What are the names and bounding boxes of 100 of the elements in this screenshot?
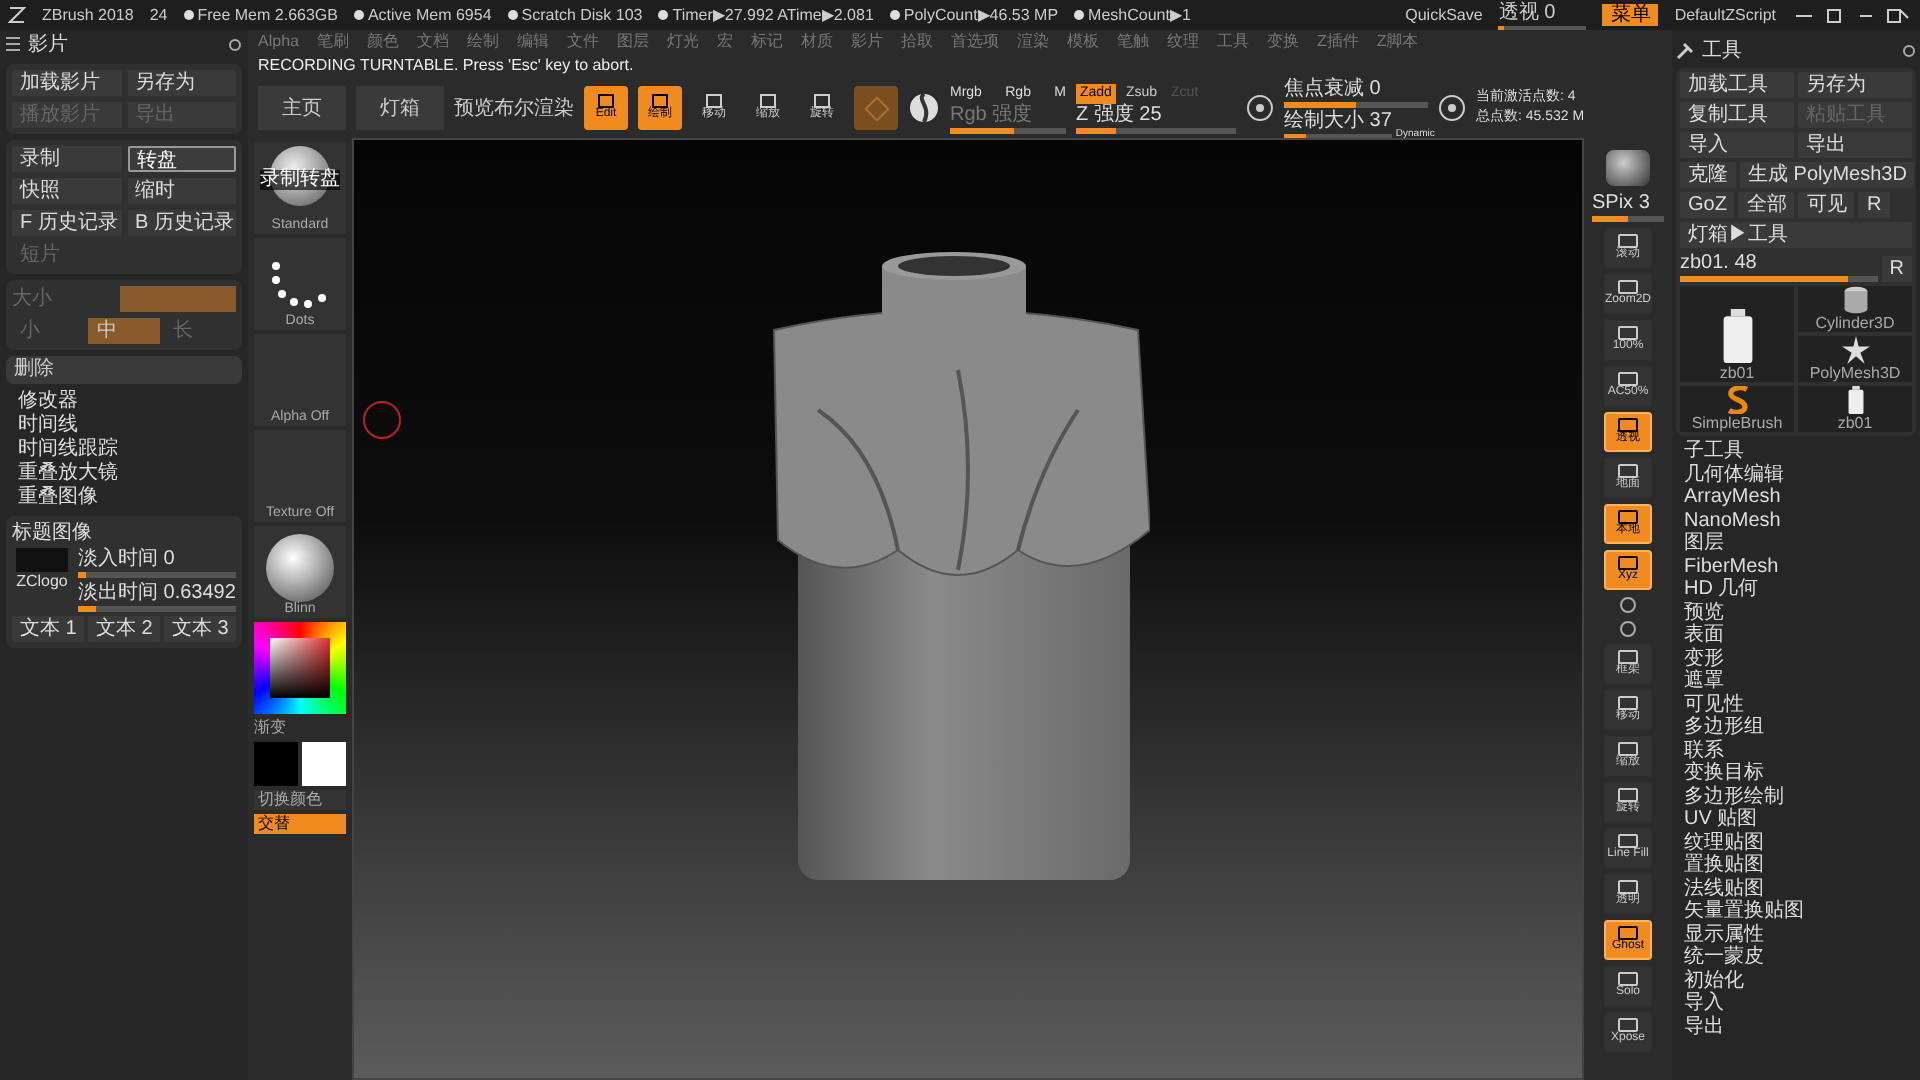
tool-submenu-item[interactable]: 纹理贴图 (1684, 831, 1916, 854)
status-readout: Active Mem 6954 (367, 4, 492, 26)
make-polymesh-button[interactable]: 生成 PolyMesh3D (1740, 162, 1915, 188)
logo-thumbnail[interactable] (16, 548, 68, 572)
rgb-intensity-slider[interactable] (950, 127, 1066, 133)
tool-submenu-item[interactable]: 显示属性 (1684, 923, 1916, 946)
tool-submenu-item[interactable]: 子工具 (1684, 440, 1916, 463)
submenu-item[interactable]: 修改器 (18, 390, 242, 414)
tool-submenu-item[interactable]: 多边形绘制 (1684, 785, 1916, 808)
tool-submenu-item[interactable]: UV 贴图 (1684, 808, 1916, 831)
focal-shift-slider-label: 焦点衰减 0 (1284, 77, 1383, 99)
window-controls-icon[interactable] (1792, 7, 1912, 23)
tool-slider[interactable] (1680, 276, 1878, 282)
status-readout: Timer▶27.992 ATime▶2.081 (672, 4, 874, 26)
target-icon[interactable] (1438, 94, 1466, 122)
tool-submenu-item[interactable]: 变换目标 (1684, 762, 1916, 785)
tool-submenu-item[interactable]: 多边形组 (1684, 716, 1916, 739)
tool-submenu-item[interactable]: 置换贴图 (1684, 854, 1916, 877)
clone-button[interactable]: 克隆 (1680, 162, 1736, 188)
movie-button[interactable]: 另存为 (127, 70, 236, 96)
record-button[interactable]: B 历史记录 (127, 210, 236, 236)
main-color-swatch[interactable] (254, 742, 298, 786)
focal-shift-slider[interactable] (1284, 101, 1428, 107)
tool-button[interactable]: 加载工具 (1680, 72, 1794, 98)
record-button[interactable]: 缩时 (127, 178, 236, 204)
tool-thumbnail[interactable]: Cylinder3D (1798, 286, 1912, 332)
tool-slider-label: zb01. 48 (1680, 252, 1759, 274)
brush-cursor-icon (362, 400, 402, 440)
tool-button[interactable]: 导入 (1680, 132, 1794, 158)
tool-thumbnail[interactable]: zb01 (1680, 286, 1794, 382)
tool-submenu-item[interactable]: 联系 (1684, 739, 1916, 762)
tool-thumbnail[interactable]: PolyMesh3D (1798, 336, 1912, 382)
text-button[interactable]: 文本 2 (88, 616, 160, 642)
text-button[interactable]: 文本 3 (164, 616, 236, 642)
material-swirl-icon[interactable] (908, 92, 940, 124)
z-intensity-slider[interactable] (1076, 127, 1236, 133)
color-picker[interactable] (254, 622, 346, 714)
size-option[interactable]: 中 (88, 318, 160, 344)
alternate-button[interactable]: 交替 (254, 814, 346, 834)
submenu-item[interactable]: 重叠放大镜 (18, 462, 242, 486)
tool-submenu-item[interactable]: 法线贴图 (1684, 877, 1916, 900)
visible-button[interactable]: 可见 (1798, 192, 1855, 218)
record-button[interactable]: 录制 (12, 146, 121, 172)
tool-name: SimpleBrush (1691, 414, 1783, 432)
secondary-color-swatch[interactable] (302, 742, 346, 786)
toolbar-button[interactable]: 主页 (258, 86, 346, 130)
tool-submenu-item[interactable]: 初始化 (1684, 969, 1916, 992)
hammer-icon (1676, 41, 1694, 59)
all-button[interactable]: 全部 (1738, 192, 1795, 218)
delete-button[interactable]: 删除 (6, 356, 242, 384)
recording-message: RECORDING TURNTABLE. Press 'Esc' key to abort. (256, 54, 636, 78)
tool-submenu-item[interactable]: 预览 (1684, 601, 1916, 624)
brush-target-icon[interactable] (1246, 94, 1274, 122)
quicksave-button[interactable]: QuickSave (1405, 4, 1483, 26)
fade-in-slider-label: 淡入时间 0 (78, 548, 177, 570)
tool-name: Cylinder3D (1815, 314, 1895, 332)
tool-submenu-item[interactable]: FiberMesh (1684, 555, 1916, 578)
movie-button[interactable]: 加载影片 (12, 70, 121, 96)
logo-name: ZClogo (16, 572, 68, 590)
spix-slider[interactable] (1592, 216, 1664, 222)
record-button[interactable]: F 历史记录 (12, 210, 121, 236)
tool-button[interactable]: 复制工具 (1680, 102, 1794, 128)
gradient-label[interactable]: 渐变 (248, 718, 286, 738)
fade-out-slider[interactable] (78, 606, 236, 612)
tool-submenu-item[interactable]: 统一蒙皮 (1684, 946, 1916, 969)
lightbox-tool-button[interactable]: 灯箱▶工具 (1680, 222, 1912, 248)
submenu-item[interactable]: 时间线跟踪 (18, 438, 242, 462)
bool-render-button[interactable]: 预览布尔渲染 (454, 93, 574, 123)
menu-button[interactable]: 菜单 (1602, 4, 1659, 26)
goz-button[interactable]: GoZ (1680, 192, 1735, 218)
tool-submenu-item[interactable]: 遮罩 (1684, 670, 1916, 693)
fade-in-slider[interactable] (78, 572, 236, 578)
r-button[interactable]: R (1858, 192, 1890, 218)
tool-submenu-item[interactable]: 导入 (1684, 992, 1916, 1015)
z-intensity-slider-label: Z 强度 25 (1076, 103, 1164, 125)
tool-submenu-item[interactable]: 矢量置换贴图 (1684, 900, 1916, 923)
tool-submenu-item[interactable]: NanoMesh (1684, 509, 1916, 532)
tool-button[interactable]: 另存为 (1798, 72, 1912, 98)
tool-submenu-item[interactable]: 图层 (1684, 532, 1916, 555)
canvas[interactable] (352, 138, 1584, 1080)
submenu-item[interactable]: 重叠图像 (18, 486, 242, 510)
tool-submenu-item[interactable]: HD 几何 (1684, 578, 1916, 601)
tool-submenu-item[interactable]: 几何体编辑 (1684, 463, 1916, 486)
panel-title: 影片 (28, 31, 68, 60)
tool-button[interactable]: 导出 (1798, 132, 1912, 158)
swap-color-button[interactable]: 切换颜色 (254, 790, 346, 810)
tool-thumbnail[interactable]: SimpleBrush (1680, 386, 1794, 432)
tool-submenu-item[interactable]: ArrayMesh (1684, 486, 1916, 509)
tool-thumbnail[interactable]: zb01 (1798, 386, 1912, 432)
tool-submenu-item[interactable]: 导出 (1684, 1015, 1916, 1038)
submenu-item[interactable]: 时间线 (18, 414, 242, 438)
record-button[interactable]: 快照 (12, 178, 121, 204)
tool-submenu-item[interactable]: 表面 (1684, 624, 1916, 647)
tool-submenu-item[interactable]: 变形 (1684, 647, 1916, 670)
toolbar-button[interactable]: 灯箱 (356, 86, 444, 130)
text-button[interactable]: 文本 1 (12, 616, 84, 642)
record-button[interactable]: 转盘 (127, 146, 236, 172)
panel-title: 工具 (1702, 37, 1742, 65)
r-button[interactable]: R (1881, 256, 1912, 282)
tool-submenu-item[interactable]: 可见性 (1684, 693, 1916, 716)
